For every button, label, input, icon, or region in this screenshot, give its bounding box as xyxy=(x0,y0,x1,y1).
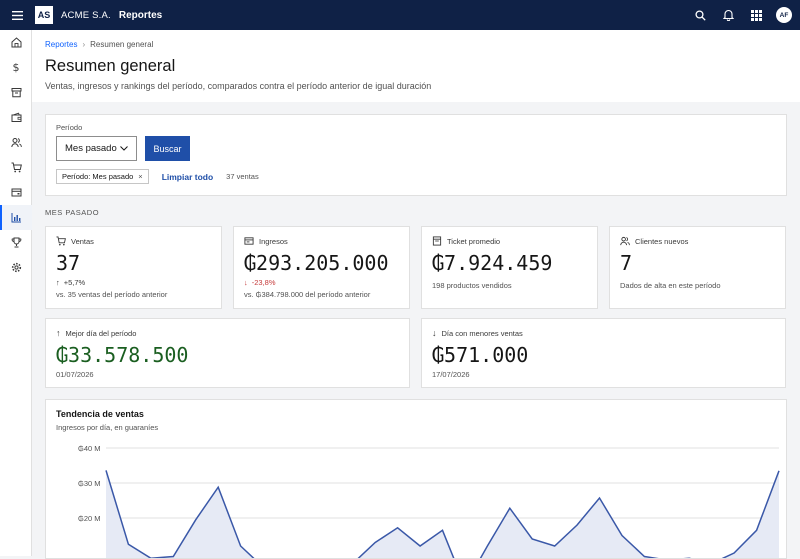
kpi-value: 7 xyxy=(620,251,775,275)
best-day-label: Mejor día del período xyxy=(66,329,137,338)
chart-subtitle: Ingresos por día, en guaraníes xyxy=(56,423,776,432)
receipt-icon xyxy=(11,187,22,198)
main-content: Período Mes pasado Buscar Período: Mes p… xyxy=(32,102,800,556)
chart-title: Tendencia de ventas xyxy=(56,409,776,419)
notifications-button[interactable] xyxy=(714,0,742,30)
kpi-label: Clientes nuevos xyxy=(635,237,688,246)
breadcrumb-reportes-link[interactable]: Reportes xyxy=(45,40,77,49)
bell-icon xyxy=(723,9,734,21)
page-subtitle: Ventas, ingresos y rankings del período,… xyxy=(45,81,787,91)
section-label: MES PASADO xyxy=(45,208,787,217)
breadcrumb: Reportes › Resumen general xyxy=(45,40,787,49)
nav-inventory[interactable] xyxy=(0,80,32,105)
arrow-down-icon: ↓ xyxy=(432,328,437,338)
sales-trend-card: Tendencia de ventas Ingresos por día, en… xyxy=(45,399,787,559)
cart-icon xyxy=(11,162,22,173)
home-icon xyxy=(11,37,22,48)
side-navigation: $ xyxy=(0,30,32,556)
dollar-icon: $ xyxy=(13,61,20,74)
worst-day-label: Día con menores ventas xyxy=(442,329,523,338)
kpi-delta: ↑ +5,7% xyxy=(56,278,211,287)
results-count: 37 ventas xyxy=(226,172,259,181)
app-switcher-button[interactable] xyxy=(742,0,770,30)
period-select-value: Mes pasado xyxy=(65,143,117,154)
ticket-icon xyxy=(432,236,442,246)
kpi-label: Ventas xyxy=(71,237,94,246)
sales-trend-chart: ₲40 M ₲30 M ₲20 M xyxy=(46,438,786,559)
close-icon[interactable]: × xyxy=(138,172,142,181)
period-select[interactable]: Mes pasado xyxy=(56,136,137,161)
kpi-label: Ticket promedio xyxy=(447,237,500,246)
best-day-card: ↑ Mejor día del período ₲33.578.500 01/0… xyxy=(45,318,410,388)
chevron-right-icon: › xyxy=(82,40,85,49)
menu-button[interactable] xyxy=(0,0,34,30)
kpi-note: 198 productos vendidos xyxy=(432,281,587,290)
company-name: ACME S.A. xyxy=(61,10,111,21)
kpi-card-ventas: Ventas 37 ↑ +5,7% vs. 35 ventas del perí… xyxy=(45,226,222,309)
page-title: Resumen general xyxy=(45,57,787,76)
users-icon xyxy=(11,137,22,148)
search-icon xyxy=(695,10,706,21)
nav-reports[interactable] xyxy=(0,205,32,230)
archive-icon xyxy=(11,87,22,98)
receipt-icon xyxy=(244,236,254,246)
user-add-icon xyxy=(620,236,630,246)
arrow-down-icon: ↓ xyxy=(244,278,248,287)
kpi-value: 37 xyxy=(56,251,211,275)
nav-home[interactable] xyxy=(0,30,32,55)
bar-chart-icon xyxy=(11,212,22,223)
worst-day-card: ↓ Día con menores ventas ₲571.000 17/07/… xyxy=(421,318,786,388)
breadcrumb-current: Resumen general xyxy=(90,40,153,49)
nav-payments[interactable] xyxy=(0,180,32,205)
kpi-card-ticket: Ticket promedio ₲7.924.459 198 productos… xyxy=(421,226,598,309)
arrow-up-icon: ↑ xyxy=(56,328,61,338)
kpi-delta-value: +5,7% xyxy=(64,278,85,287)
chevron-down-icon xyxy=(120,146,128,151)
kpi-note: vs. 35 ventas del período anterior xyxy=(56,290,211,299)
filter-panel: Período Mes pasado Buscar Período: Mes p… xyxy=(45,114,787,196)
nav-sales[interactable]: $ xyxy=(0,55,32,80)
worst-day-date: 17/07/2026 xyxy=(432,370,775,379)
search-button[interactable] xyxy=(686,0,714,30)
nav-finance[interactable] xyxy=(0,105,32,130)
app-name[interactable]: Reportes xyxy=(119,10,162,21)
period-label: Período xyxy=(56,123,776,132)
best-day-value: ₲33.578.500 xyxy=(56,343,399,367)
filter-tag-label: Período: Mes pasado xyxy=(62,172,133,181)
kpi-value: ₲7.924.459 xyxy=(432,251,587,275)
nav-customers[interactable] xyxy=(0,130,32,155)
y-tick-label: ₲40 M xyxy=(78,444,101,453)
y-tick-label: ₲30 M xyxy=(78,479,101,488)
kpi-delta: ↓ -23,8% xyxy=(244,278,399,287)
kpi-label: Ingresos xyxy=(259,237,288,246)
best-day-date: 01/07/2026 xyxy=(56,370,399,379)
search-button[interactable]: Buscar xyxy=(145,136,190,161)
arrow-up-icon: ↑ xyxy=(56,278,60,287)
page-header: Reportes › Resumen general Resumen gener… xyxy=(32,30,800,102)
kpi-delta-value: -23,8% xyxy=(252,278,276,287)
trophy-icon xyxy=(11,237,22,248)
nav-settings[interactable] xyxy=(0,255,32,280)
series-area xyxy=(106,470,779,559)
kpi-card-ingresos: Ingresos ₲293.205.000 ↓ -23,8% vs. ₲384.… xyxy=(233,226,410,309)
nav-rankings[interactable] xyxy=(0,230,32,255)
company-logo[interactable]: AS xyxy=(35,6,53,24)
menu-icon xyxy=(12,11,23,20)
y-tick-label: ₲20 M xyxy=(78,514,101,523)
worst-day-value: ₲571.000 xyxy=(432,343,775,367)
top-bar: AS ACME S.A. Reportes AF xyxy=(0,0,800,30)
cart-icon xyxy=(56,236,66,246)
wallet-icon xyxy=(11,112,22,123)
clear-all-link[interactable]: Limpiar todo xyxy=(162,172,213,182)
kpi-value: ₲293.205.000 xyxy=(244,251,399,275)
apps-grid-icon xyxy=(751,10,762,21)
filter-tag-period: Período: Mes pasado × xyxy=(56,169,149,184)
kpi-note: Dados de alta en este período xyxy=(620,281,775,290)
user-avatar[interactable]: AF xyxy=(776,7,792,23)
settings-icon xyxy=(11,262,22,273)
kpi-note: vs. ₲384.798.000 del período anterior xyxy=(244,290,399,299)
kpi-card-clientes: Clientes nuevos 7 Dados de alta en este … xyxy=(609,226,786,309)
nav-orders[interactable] xyxy=(0,155,32,180)
